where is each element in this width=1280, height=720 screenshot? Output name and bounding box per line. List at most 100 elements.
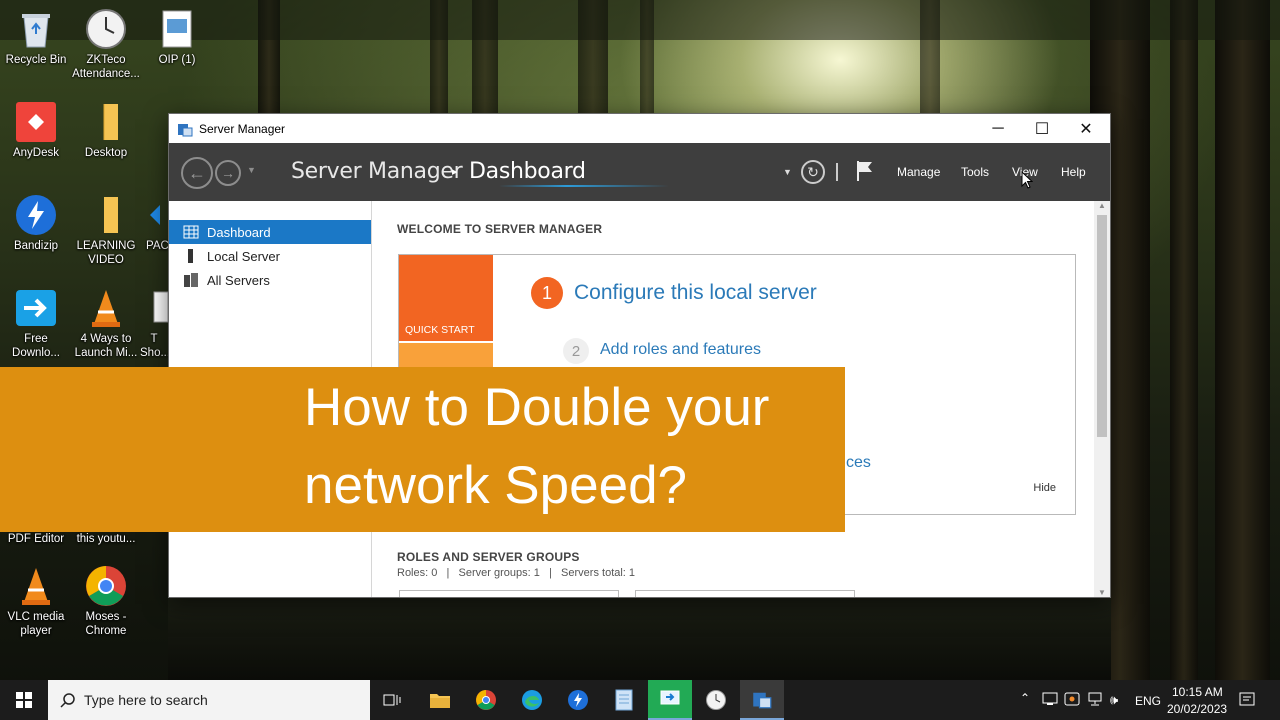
tray-clock-time[interactable]: 10:15 AM bbox=[1172, 685, 1223, 699]
sidebar-item-all-servers[interactable]: All Servers bbox=[169, 268, 371, 292]
scrollbar-thumb[interactable] bbox=[1097, 215, 1107, 437]
menu-tools[interactable]: Tools bbox=[961, 165, 989, 179]
breadcrumb-current: Dashboard bbox=[469, 159, 586, 184]
desktop-icon-label: LEARNING VIDEO bbox=[76, 240, 136, 266]
sidebar-item-dashboard[interactable]: Dashboard bbox=[169, 220, 371, 244]
tray-shield-icon[interactable] bbox=[1064, 692, 1080, 709]
notifications-flag-icon[interactable] bbox=[856, 159, 874, 188]
add-roles-features-link[interactable]: Add roles and features bbox=[600, 341, 761, 359]
remote-desktop-icon bbox=[660, 690, 680, 705]
desktop-icon-label: Recycle Bin bbox=[5, 54, 67, 66]
forward-button[interactable]: → bbox=[215, 160, 241, 186]
progress-underline bbox=[499, 185, 669, 187]
breadcrumb-separator-icon: ▸ bbox=[452, 166, 458, 178]
desktop-icon-label: PACT bbox=[146, 240, 168, 252]
desktop-icon-label: 4 Ways to Launch Mi... bbox=[74, 333, 138, 359]
windows-logo-icon bbox=[16, 692, 32, 708]
scroll-up-icon[interactable]: ▲ bbox=[1098, 201, 1106, 210]
desktop-icon-free-download[interactable]: Free Downlo... bbox=[0, 286, 72, 360]
tray-volume-icon[interactable]: 🕪 bbox=[1110, 692, 1118, 708]
sidebar-item-local-server[interactable]: Local Server bbox=[169, 244, 371, 268]
desktop-icon-pdf-editor[interactable]: PDF Editor bbox=[0, 532, 72, 546]
desktop-icon-label: ZKTeco Attendance... bbox=[72, 54, 140, 80]
banner-line-2: network Speed? bbox=[304, 456, 688, 515]
taskbar-zkteco[interactable] bbox=[694, 680, 738, 720]
desktop-icon-youtube-file[interactable]: this youtu... bbox=[70, 532, 142, 546]
partial-link-text[interactable]: ces bbox=[846, 454, 871, 472]
sidebar-item-label: All Servers bbox=[207, 272, 270, 288]
dashboard-grid-icon bbox=[183, 225, 199, 239]
hide-link[interactable]: Hide bbox=[1033, 482, 1056, 494]
tray-language[interactable]: ENG bbox=[1135, 694, 1161, 708]
tray-network-icon[interactable] bbox=[1087, 692, 1103, 709]
desktop-icon-anydesk[interactable]: AnyDesk bbox=[0, 100, 72, 160]
breadcrumb-root[interactable]: Server Manager bbox=[291, 159, 463, 184]
taskbar-edge[interactable] bbox=[510, 680, 554, 720]
back-button[interactable]: ← bbox=[181, 157, 213, 189]
desktop-icon-oip[interactable]: OIP (1) bbox=[141, 7, 213, 67]
tray-overflow-icon[interactable]: ⌃ bbox=[1020, 691, 1030, 705]
configure-local-server-link[interactable]: Configure this local server bbox=[574, 281, 817, 305]
desktop-icon-bandizip[interactable]: Bandizip bbox=[0, 193, 72, 253]
role-tile[interactable] bbox=[399, 590, 619, 597]
desktop-icon-desktop-folder[interactable]: Desktop bbox=[70, 100, 142, 160]
minimize-button[interactable]: ─ bbox=[976, 114, 1020, 143]
servers-icon bbox=[183, 273, 199, 287]
back-arrow-icon: ← bbox=[188, 162, 206, 183]
history-dropdown-icon[interactable]: ▼ bbox=[247, 165, 256, 175]
vlc-cone-icon bbox=[14, 564, 58, 608]
task-view-icon bbox=[383, 694, 401, 706]
search-icon bbox=[60, 692, 76, 711]
clock-icon bbox=[84, 7, 128, 51]
desktop-icon-shortcut[interactable]: T Sho... bbox=[140, 286, 168, 360]
desktop-icon-4-ways[interactable]: 4 Ways to Launch Mi... bbox=[70, 286, 142, 360]
step-1-circle: 1 bbox=[531, 277, 563, 309]
close-button[interactable]: ✕ bbox=[1064, 114, 1108, 143]
task-view-button[interactable] bbox=[370, 680, 414, 720]
tray-clock-date[interactable]: 20/02/2023 bbox=[1167, 702, 1227, 716]
quick-start-tile[interactable]: QUICK START bbox=[399, 255, 493, 341]
welcome-title: WELCOME TO SERVER MANAGER bbox=[397, 222, 603, 236]
desktop-icon-chrome[interactable]: Moses - Chrome bbox=[70, 564, 142, 638]
taskbar-search-box[interactable]: Type here to search bbox=[48, 680, 370, 720]
refresh-dropdown-icon[interactable]: ▼ bbox=[783, 167, 792, 177]
title-banner: How to Double your network Speed? bbox=[0, 367, 845, 532]
server-icon bbox=[183, 249, 199, 263]
dashboard-header: ← → ▼ Server Manager ▸ Dashboard ▼ ↻ Man… bbox=[169, 143, 1110, 201]
action-center-icon[interactable] bbox=[1239, 692, 1255, 711]
desktop-icon-zkteco[interactable]: ZKTeco Attendance... bbox=[70, 7, 142, 81]
desktop-icon-label: AnyDesk bbox=[12, 147, 60, 159]
sidebar-item-label: Dashboard bbox=[207, 224, 271, 240]
start-button[interactable] bbox=[0, 680, 48, 720]
taskbar-server-manager[interactable] bbox=[740, 680, 784, 720]
vlc-cone-icon bbox=[84, 286, 128, 330]
search-placeholder: Type here to search bbox=[84, 692, 208, 708]
tray-display-icon[interactable] bbox=[1042, 692, 1058, 709]
free-download-manager-icon bbox=[14, 286, 58, 330]
role-tile[interactable] bbox=[635, 590, 855, 597]
vertical-scrollbar[interactable]: ▲ ▼ bbox=[1094, 201, 1110, 597]
folder-icon bbox=[430, 694, 450, 708]
taskbar-notepad[interactable] bbox=[602, 680, 646, 720]
taskbar-remote-app[interactable] bbox=[648, 680, 692, 720]
folder-icon bbox=[84, 193, 128, 237]
scroll-down-icon[interactable]: ▼ bbox=[1098, 588, 1106, 597]
desktop-icon-label: Bandizip bbox=[13, 240, 59, 252]
refresh-icon[interactable]: ↻ bbox=[801, 160, 825, 184]
menu-help[interactable]: Help bbox=[1061, 165, 1086, 179]
window-titlebar[interactable]: Server Manager ─ ☐ ✕ bbox=[169, 114, 1110, 143]
taskbar-file-explorer[interactable] bbox=[418, 680, 462, 720]
taskbar-chrome[interactable] bbox=[464, 680, 508, 720]
banner-line-1: How to Double your bbox=[304, 378, 770, 437]
desktop-icon-label: this youtu... bbox=[76, 533, 136, 545]
desktop-icon-recycle-bin[interactable]: Recycle Bin bbox=[0, 7, 72, 67]
maximize-button[interactable]: ☐ bbox=[1020, 114, 1064, 143]
desktop-icon-label: OIP (1) bbox=[158, 54, 196, 66]
desktop-icon-pact[interactable]: PACT bbox=[128, 193, 168, 253]
document-icon bbox=[140, 286, 168, 330]
step-2-number: 2 bbox=[571, 342, 581, 360]
menu-manage[interactable]: Manage bbox=[897, 165, 940, 179]
taskbar-bandizip[interactable] bbox=[556, 680, 600, 720]
desktop-icon-vlc[interactable]: VLC media player bbox=[0, 564, 72, 638]
anydesk-icon bbox=[14, 100, 58, 144]
